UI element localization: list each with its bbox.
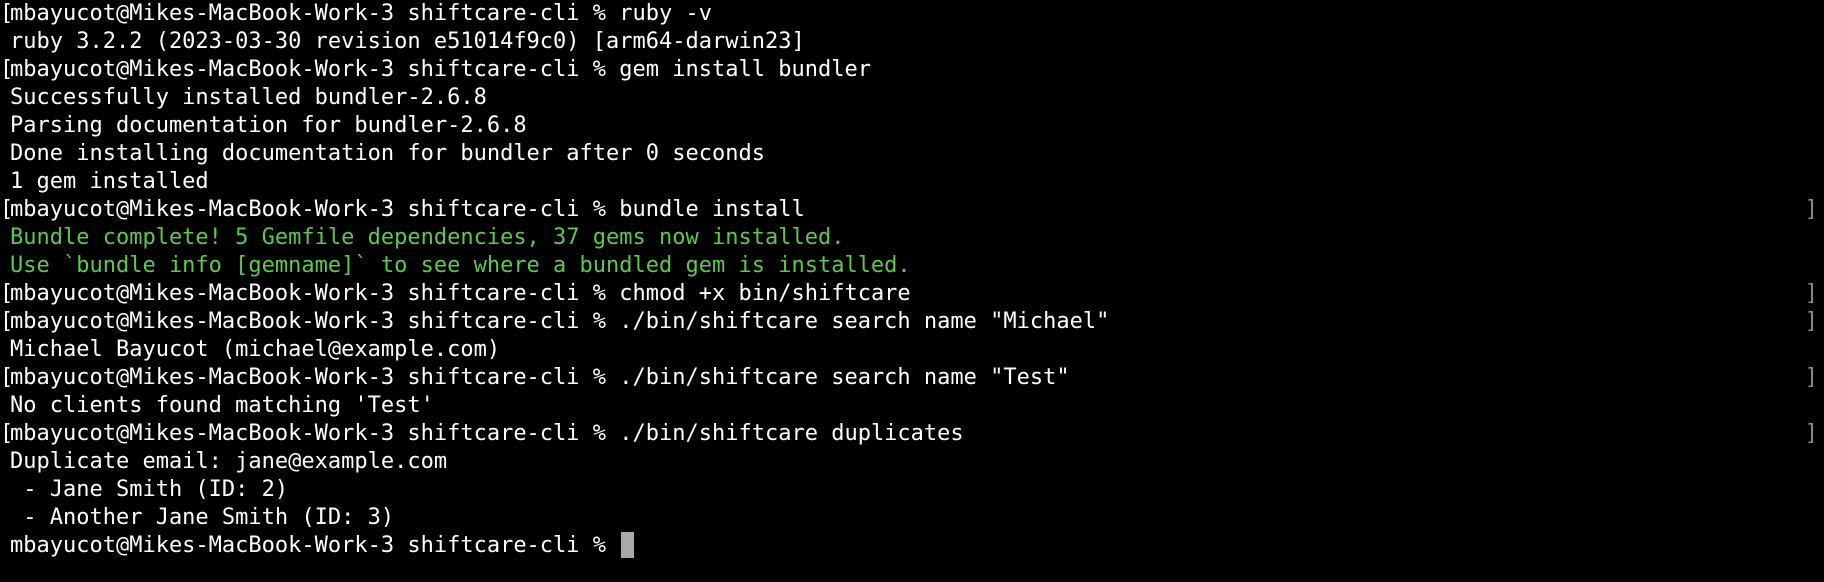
output-line-success: Use `bundle info [gemname]` to see where… [10, 253, 911, 278]
command-text: ./bin/shiftcare duplicates [619, 421, 964, 446]
command-text: bundle install [619, 197, 805, 222]
prompt-text: mbayucot@Mikes-MacBook-Work-3 shiftcare-… [10, 421, 607, 446]
active-prompt-line[interactable]: mbayucot@Mikes-MacBook-Work-3 shiftcare-… [0, 532, 1824, 560]
command-text: chmod +x bin/shiftcare [619, 281, 911, 306]
mark-bracket-right: ] [1804, 421, 1818, 446]
prompt-line: [mbayucot@Mikes-MacBook-Work-3 shiftcare… [0, 364, 1824, 392]
mark-bracket-left: [ [0, 421, 14, 446]
prompt-line: [mbayucot@Mikes-MacBook-Work-3 shiftcare… [0, 0, 1824, 28]
output-line: - Another Jane Smith (ID: 3) [10, 505, 395, 530]
command-text: ruby -v [619, 1, 712, 26]
mark-bracket-left: [ [0, 57, 14, 82]
prompt-text: mbayucot@Mikes-MacBook-Work-3 shiftcare-… [10, 533, 607, 558]
prompt-line: [mbayucot@Mikes-MacBook-Work-3 shiftcare… [0, 56, 1824, 84]
output-line: ruby 3.2.2 (2023-03-30 revision e51014f9… [10, 29, 805, 54]
prompt-text: mbayucot@Mikes-MacBook-Work-3 shiftcare-… [10, 309, 607, 334]
prompt-line: [mbayucot@Mikes-MacBook-Work-3 shiftcare… [0, 196, 1824, 224]
mark-bracket-left: [ [0, 197, 14, 222]
terminal-scrollback: [mbayucot@Mikes-MacBook-Work-3 shiftcare… [0, 0, 1824, 532]
mark-bracket-left: [ [0, 1, 14, 26]
text-cursor[interactable] [621, 532, 635, 558]
prompt-text: mbayucot@Mikes-MacBook-Work-3 shiftcare-… [10, 281, 607, 306]
command-text: ./bin/shiftcare search name "Test" [619, 365, 1070, 390]
mark-bracket-left: [ [0, 309, 14, 334]
mark-bracket-right: ] [1804, 281, 1818, 306]
prompt-line: [mbayucot@Mikes-MacBook-Work-3 shiftcare… [0, 280, 1824, 308]
mark-bracket-left: [ [0, 281, 14, 306]
prompt-text: mbayucot@Mikes-MacBook-Work-3 shiftcare-… [10, 57, 607, 82]
prompt-text: mbayucot@Mikes-MacBook-Work-3 shiftcare-… [10, 1, 607, 26]
output-line: Duplicate email: jane@example.com [10, 449, 448, 474]
output-line: No clients found matching 'Test' [10, 393, 434, 418]
prompt-line: [mbayucot@Mikes-MacBook-Work-3 shiftcare… [0, 308, 1824, 336]
mark-bracket-right: ] [1804, 197, 1818, 222]
output-line-success: Bundle complete! 5 Gemfile dependencies,… [10, 225, 845, 250]
terminal-window[interactable]: [mbayucot@Mikes-MacBook-Work-3 shiftcare… [0, 0, 1824, 582]
command-text: ./bin/shiftcare search name "Michael" [619, 309, 1110, 334]
prompt-text: mbayucot@Mikes-MacBook-Work-3 shiftcare-… [10, 365, 607, 390]
command-text: gem install bundler [619, 57, 871, 82]
output-line: Done installing documentation for bundle… [10, 141, 765, 166]
mark-bracket-left: [ [0, 365, 14, 390]
mark-bracket-right: ] [1804, 309, 1818, 334]
prompt-line: [mbayucot@Mikes-MacBook-Work-3 shiftcare… [0, 420, 1824, 448]
output-line: Successfully installed bundler-2.6.8 [10, 85, 487, 110]
output-line: Parsing documentation for bundler-2.6.8 [10, 113, 527, 138]
output-line: Michael Bayucot (michael@example.com) [10, 337, 501, 362]
output-line: 1 gem installed [10, 169, 209, 194]
mark-bracket-right: ] [1804, 365, 1818, 390]
prompt-text: mbayucot@Mikes-MacBook-Work-3 shiftcare-… [10, 197, 607, 222]
output-line: - Jane Smith (ID: 2) [10, 477, 289, 502]
